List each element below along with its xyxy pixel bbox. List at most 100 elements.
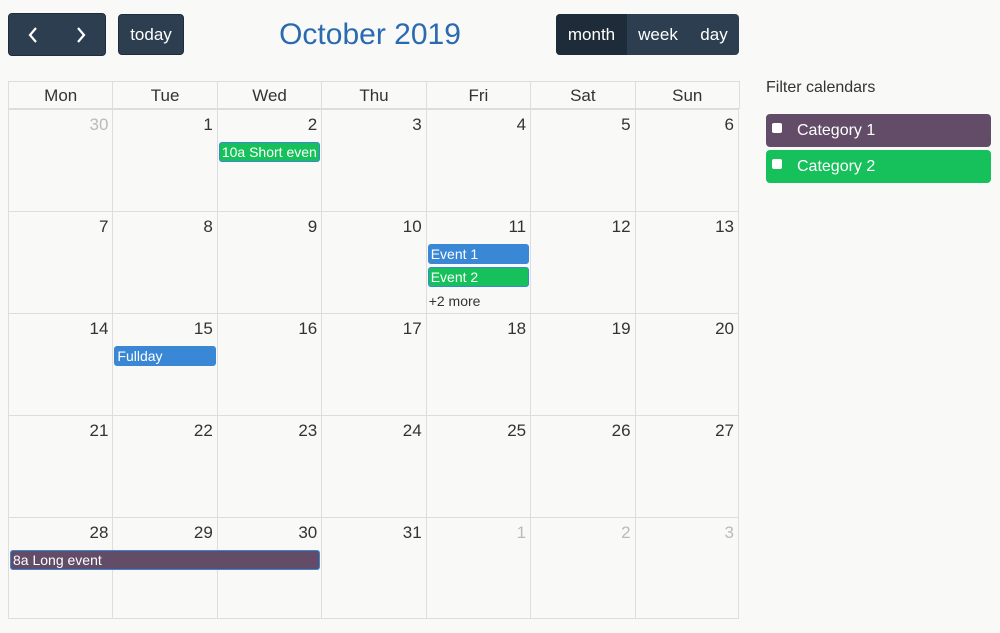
day-cell[interactable]: 17 [321, 313, 426, 415]
day-number: 28 [89, 523, 109, 542]
day-number: 16 [298, 319, 318, 338]
next-button[interactable] [57, 26, 105, 44]
view-month-button[interactable]: month [556, 14, 627, 55]
day-cell[interactable]: 1 [425, 517, 531, 619]
day-number: 1 [203, 115, 213, 134]
checkbox-icon[interactable] [772, 122, 782, 133]
day-number: 27 [715, 421, 734, 440]
day-cell[interactable]: 26 [530, 415, 635, 517]
view-switcher: month week day [556, 14, 739, 55]
filter-category-2[interactable]: Category 2 [766, 150, 991, 183]
chevron-right-icon [77, 26, 86, 43]
day-number: 5 [621, 115, 631, 134]
view-week-button[interactable]: week [627, 14, 689, 55]
day-cell[interactable]: 2 [530, 517, 635, 619]
day-number: 2 [621, 523, 631, 542]
day-number: 3 [724, 523, 734, 542]
day-cell[interactable]: 18 [425, 313, 531, 415]
day-number: 18 [507, 319, 527, 338]
filter-label: Category 1 [797, 121, 876, 139]
day-cell[interactable]: 20 [634, 313, 739, 415]
event-title: Short even [249, 144, 317, 160]
calendar-event[interactable]: 8a Long event [10, 550, 321, 570]
day-cell[interactable]: 31 [321, 517, 426, 619]
day-number: 1 [516, 523, 527, 542]
day-cell[interactable]: 6 [634, 109, 739, 211]
day-cell[interactable]: 7 [8, 211, 113, 313]
day-number: 8 [203, 217, 213, 236]
weekday-header: Wed [216, 81, 322, 109]
day-cell[interactable]: 13 [634, 211, 739, 313]
day-number: 17 [402, 319, 422, 338]
calendar-event[interactable]: Event 2 [427, 267, 530, 287]
event-title: Event 1 [430, 246, 479, 262]
calendar-event[interactable]: 10a Short even [218, 142, 321, 162]
day-number: 10 [402, 217, 422, 236]
day-number: 9 [307, 217, 318, 236]
event-title: Fullday [117, 348, 163, 364]
nav-button-group [8, 13, 106, 56]
filter-title: Filter calendars [766, 79, 876, 96]
event-title: Event 2 [430, 269, 479, 285]
day-cell[interactable]: 21 [8, 415, 113, 517]
weekday-header: Tue [112, 81, 217, 109]
day-number: 2 [307, 115, 318, 134]
weekday-header: Sat [530, 81, 635, 109]
calendar-event[interactable]: Fullday [114, 346, 216, 366]
day-number: 29 [193, 523, 213, 542]
day-number: 14 [89, 319, 109, 338]
calendar-event[interactable]: Event 1 [427, 244, 530, 264]
day-number: 26 [611, 421, 631, 440]
day-cell[interactable]: 12 [530, 211, 635, 313]
day-number: 19 [611, 319, 631, 338]
day-cell[interactable]: 3 [634, 517, 739, 619]
day-number: 3 [412, 115, 422, 134]
day-number: 30 [89, 115, 109, 134]
checkbox-icon[interactable] [772, 158, 782, 169]
more-events-link[interactable]: +2 more [429, 293, 481, 309]
filter-category-1[interactable]: Category 1 [766, 114, 991, 147]
day-number: 25 [507, 421, 527, 440]
weekday-header: Fri [425, 81, 531, 109]
filter-label: Category 2 [797, 157, 876, 175]
day-number: 7 [98, 217, 109, 236]
day-number: 31 [402, 523, 422, 542]
day-cell[interactable]: 8 [112, 211, 217, 313]
day-cell[interactable]: 5 [530, 109, 635, 211]
chevron-left-icon [28, 26, 37, 43]
day-cell[interactable]: 24 [321, 415, 426, 517]
weekday-header: Mon [8, 81, 113, 109]
event-time: 8a [13, 552, 29, 568]
calendar-title: October 2019 [279, 18, 461, 51]
day-number: 11 [508, 217, 527, 236]
day-number: 23 [298, 421, 318, 440]
day-cell[interactable]: 1 [112, 109, 217, 211]
day-number: 15 [193, 319, 213, 338]
day-cell[interactable]: 25 [425, 415, 531, 517]
event-time: 10a [221, 144, 246, 160]
day-cell[interactable]: 30 [8, 109, 113, 211]
weekday-header: Sun [634, 81, 740, 109]
day-number: 13 [715, 217, 734, 236]
day-number: 20 [715, 319, 734, 338]
day-cell[interactable]: 9 [216, 211, 322, 313]
weekday-header: Thu [321, 81, 426, 109]
day-cell[interactable]: 4 [425, 109, 531, 211]
day-number: 21 [89, 421, 109, 440]
day-number: 6 [724, 115, 734, 134]
event-title: Long event [32, 552, 102, 568]
day-cell[interactable]: 3 [321, 109, 426, 211]
day-cell[interactable]: 19 [530, 313, 635, 415]
day-cell[interactable]: 23 [216, 415, 322, 517]
month-grid: Mon Tue Wed Thu Fri Sat Sun 30 1 2 3 4 5 6 7 8 9 10 11 12 13… [8, 81, 740, 623]
day-cell[interactable]: 14 [8, 313, 113, 415]
day-number: 22 [193, 421, 213, 440]
today-button[interactable]: today [118, 14, 184, 55]
day-cell[interactable]: 10 [321, 211, 426, 313]
day-cell[interactable]: 27 [634, 415, 739, 517]
day-number: 4 [516, 115, 527, 134]
day-cell[interactable]: 16 [216, 313, 322, 415]
view-day-button[interactable]: day [689, 14, 739, 55]
day-cell[interactable]: 22 [112, 415, 217, 517]
prev-button[interactable] [9, 26, 57, 44]
